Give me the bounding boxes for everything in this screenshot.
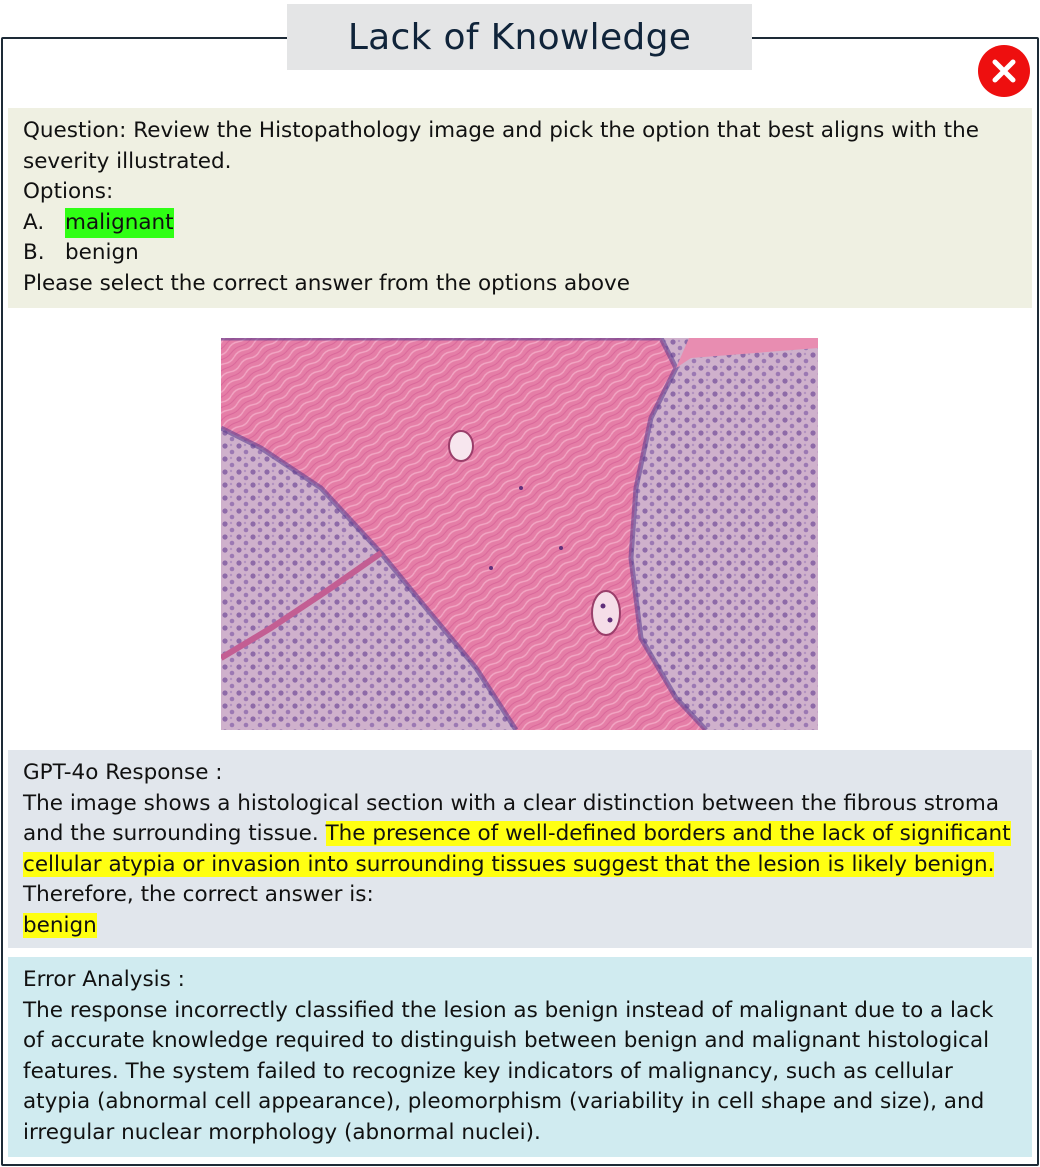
- option-a: A. malignant: [23, 207, 1017, 238]
- options-label: Options:: [23, 179, 114, 204]
- response-body: The image shows a histological section w…: [23, 789, 1017, 881]
- error-analysis-box: Error Analysis : The response incorrectl…: [8, 957, 1032, 1157]
- question-text: Question: Review the Histopathology imag…: [23, 118, 979, 174]
- question-box: Question: Review the Histopathology imag…: [8, 108, 1032, 308]
- option-text: benign: [65, 240, 139, 265]
- option-letter: A.: [23, 209, 45, 235]
- option-letter: B.: [23, 240, 45, 265]
- option-b: B. benign: [23, 238, 1017, 269]
- error-badge: [978, 45, 1030, 97]
- close-icon: [992, 59, 1016, 83]
- response-conclusion: Therefore, the correct answer is:: [23, 882, 374, 907]
- histopathology-image: [221, 338, 818, 730]
- tissue-illustration: [221, 338, 818, 730]
- response-answer: benign: [23, 912, 97, 938]
- response-heading: GPT-4o Response :: [23, 760, 223, 785]
- option-text: malignant: [65, 207, 174, 238]
- title-banner: Lack of Knowledge: [287, 4, 752, 70]
- analysis-text: The response incorrectly classified the …: [23, 997, 994, 1145]
- instruction-text: Please select the correct answer from th…: [23, 270, 630, 296]
- response-box: GPT-4o Response : The image shows a hist…: [8, 750, 1032, 948]
- analysis-heading: Error Analysis :: [23, 967, 185, 992]
- page-title: Lack of Knowledge: [347, 16, 692, 58]
